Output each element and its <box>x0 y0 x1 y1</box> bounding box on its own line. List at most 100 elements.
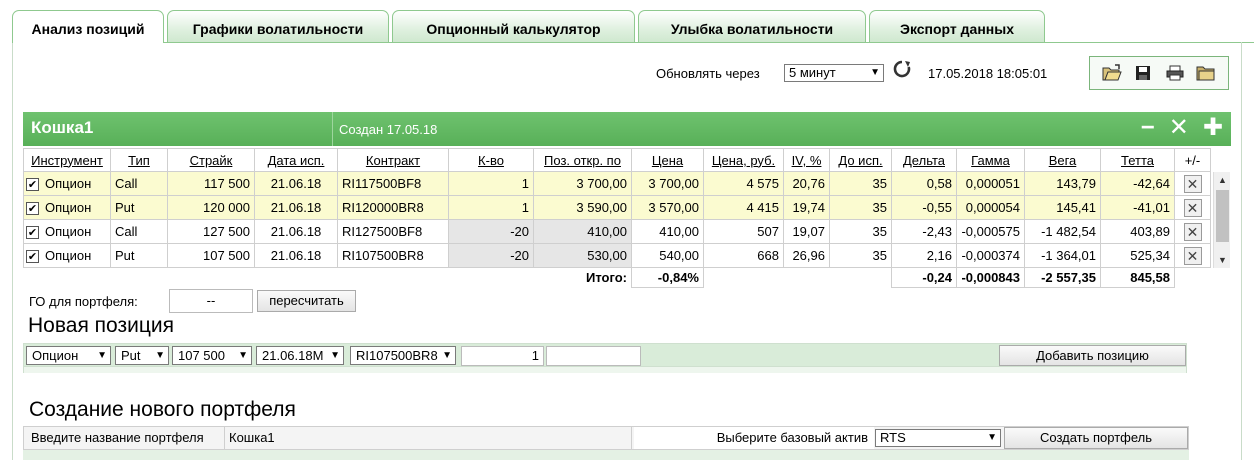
total-gamma: -0,000843 <box>956 267 1025 288</box>
col-contract[interactable]: Контракт <box>337 148 449 172</box>
col-price[interactable]: Цена <box>631 148 704 172</box>
instrument-cell: ✔ Опцион <box>23 219 111 244</box>
new-quantity-input[interactable]: 1 <box>461 346 544 366</box>
scroll-thumb[interactable] <box>1216 190 1229 242</box>
chevron-down-icon: ▼ <box>870 67 880 78</box>
cell-delta: -2,43 <box>891 219 957 244</box>
row-checkbox[interactable]: ✔ <box>26 178 39 192</box>
print-icon[interactable] <box>1165 63 1185 83</box>
cell-strike: 127 500 <box>167 219 255 244</box>
scroll-up-icon[interactable]: ▲ <box>1214 172 1231 188</box>
remove-cell: ✕ <box>1174 219 1211 244</box>
cell-quantity[interactable]: 1 <box>448 195 534 220</box>
col-days-to-expiry[interactable]: До исп. <box>829 148 892 172</box>
cell-gamma: 0,000054 <box>956 195 1025 220</box>
add-icon[interactable]: ✚ <box>1203 116 1223 140</box>
tab-volatility-charts[interactable]: Графики волатильности <box>167 10 389 42</box>
cell-open-price[interactable]: 3 590,00 <box>533 195 632 220</box>
col-theta[interactable]: Тетта <box>1100 148 1175 172</box>
recalculate-button[interactable]: пересчитать <box>257 290 356 312</box>
positions-table: Инструмент Тип Страйк Дата исп. Контракт… <box>23 148 1211 288</box>
row-checkbox[interactable]: ✔ <box>26 202 39 216</box>
cell-quantity[interactable]: -20 <box>448 243 534 268</box>
cell-days-to-expiry: 35 <box>829 243 892 268</box>
table-scrollbar[interactable]: ▲ ▼ <box>1213 172 1230 268</box>
new-price-input[interactable] <box>546 346 641 366</box>
cell-open-price[interactable]: 530,00 <box>533 243 632 268</box>
margin-label: ГО для портфеля: <box>29 294 138 309</box>
instrument-name: Опцион <box>45 223 92 239</box>
cell-strike: 117 500 <box>167 171 255 196</box>
table-row: ✔ Опцион Put 107 500 21.06.18 RI107500BR8 -20 5… <box>23 243 1211 268</box>
close-icon[interactable]: ✕ <box>1169 116 1189 140</box>
save-icon[interactable] <box>1133 63 1153 83</box>
instrument-cell: ✔ Опцион <box>23 243 111 268</box>
tab-position-analysis[interactable]: Анализ позиций <box>12 10 164 43</box>
remove-row-icon[interactable]: ✕ <box>1183 198 1202 217</box>
cell-vega: -1 482,54 <box>1024 219 1101 244</box>
cell-price-rub: 668 <box>703 243 784 268</box>
new-position-title: Новая позиция <box>28 314 174 337</box>
new-type-value: Put <box>121 348 141 363</box>
portfolio-name: Кошка1 <box>31 118 94 137</box>
folder-icon[interactable] <box>1196 63 1216 83</box>
new-strike-select[interactable]: 107 500 ▼ <box>172 346 252 365</box>
cell-quantity[interactable]: 1 <box>448 171 534 196</box>
remove-cell: ✕ <box>1174 171 1211 196</box>
create-portfolio-row: Введите название портфеля Кошка1 Выберит… <box>23 426 1189 450</box>
col-gamma[interactable]: Гамма <box>956 148 1025 172</box>
cell-expiry-date: 21.06.18 <box>254 171 338 196</box>
cell-type: Call <box>110 219 168 244</box>
cell-open-price[interactable]: 410,00 <box>533 219 632 244</box>
cell-iv: 20,76 <box>783 171 830 196</box>
minimize-icon[interactable]: − <box>1141 116 1155 140</box>
col-instrument[interactable]: Инструмент <box>23 148 111 172</box>
portfolio-header: Кошка1 Создан 17.05.18 − ✕ ✚ <box>23 112 1231 146</box>
row-checkbox[interactable]: ✔ <box>26 250 39 264</box>
remove-row-icon[interactable]: ✕ <box>1183 222 1202 241</box>
cell-days-to-expiry: 35 <box>829 171 892 196</box>
col-open-price[interactable]: Поз. откр. по <box>533 148 632 172</box>
remove-row-icon[interactable]: ✕ <box>1183 246 1202 265</box>
cell-price: 540,00 <box>631 243 704 268</box>
scroll-down-icon[interactable]: ▼ <box>1214 252 1231 268</box>
cell-quantity[interactable]: -20 <box>448 219 534 244</box>
col-vega[interactable]: Вега <box>1024 148 1101 172</box>
col-strike[interactable]: Страйк <box>167 148 255 172</box>
tab-option-calculator[interactable]: Опционный калькулятор <box>392 10 635 42</box>
row-checkbox[interactable]: ✔ <box>26 226 39 240</box>
new-date-select[interactable]: 21.06.18M ▼ <box>256 346 344 365</box>
new-instrument-select[interactable]: Опцион ▼ <box>26 346 111 365</box>
col-delta[interactable]: Дельта <box>891 148 957 172</box>
base-asset-value: RTS <box>880 430 906 445</box>
cell-open-price[interactable]: 3 700,00 <box>533 171 632 196</box>
col-type[interactable]: Тип <box>110 148 168 172</box>
cell-price-rub: 4 575 <box>703 171 784 196</box>
add-position-button[interactable]: Добавить позицию <box>999 345 1186 366</box>
remove-row-icon[interactable]: ✕ <box>1183 174 1202 193</box>
chevron-down-icon: ▼ <box>153 347 165 364</box>
instrument-cell: ✔ Опцион <box>23 171 111 196</box>
portfolio-name-input[interactable]: Кошка1 <box>224 427 632 449</box>
col-expiry-date[interactable]: Дата исп. <box>254 148 338 172</box>
cell-theta: 525,34 <box>1100 243 1175 268</box>
col-quantity[interactable]: К-во <box>448 148 534 172</box>
margin-value: -- <box>169 289 253 313</box>
base-asset-select[interactable]: RTS ▼ <box>875 429 1001 447</box>
cell-theta: -42,64 <box>1100 171 1175 196</box>
tab-data-export[interactable]: Экспорт данных <box>869 10 1045 42</box>
tab-volatility-smile[interactable]: Улыбка волатильности <box>638 10 866 42</box>
cell-vega: 143,79 <box>1024 171 1101 196</box>
new-instrument-value: Опцион <box>32 348 79 363</box>
refresh-icon[interactable] <box>893 60 911 84</box>
create-portfolio-button[interactable]: Создать портфель <box>1004 427 1188 449</box>
new-type-select[interactable]: Put ▼ <box>115 346 169 365</box>
cell-theta: -41,01 <box>1100 195 1175 220</box>
refresh-interval-select[interactable]: 5 минут ▼ <box>784 64 884 82</box>
cell-price-rub: 4 415 <box>703 195 784 220</box>
refresh-label: Обновлять через <box>656 66 760 81</box>
open-folder-icon[interactable] <box>1102 63 1122 83</box>
col-iv[interactable]: IV, % <box>783 148 830 172</box>
col-price-rub[interactable]: Цена, руб. <box>703 148 784 172</box>
new-contract-select[interactable]: RI107500BR8 ▼ <box>350 346 456 365</box>
